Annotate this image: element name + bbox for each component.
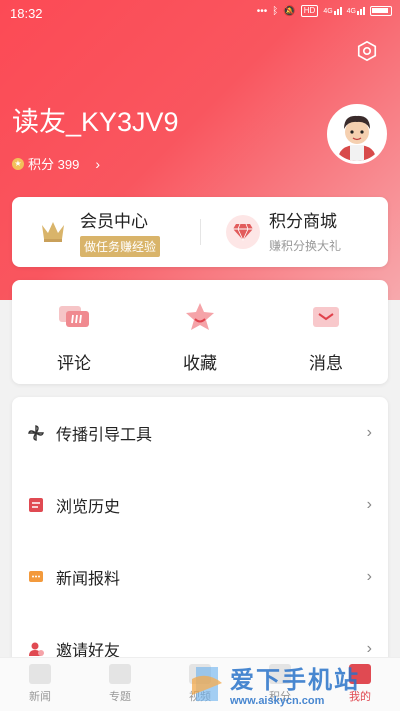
notification-dots: ••• bbox=[256, 5, 268, 17]
hd-badge: HD bbox=[300, 5, 319, 17]
comment-icon bbox=[59, 306, 89, 327]
star-icon bbox=[186, 303, 214, 330]
mute-icon: 🔕 bbox=[283, 5, 296, 17]
quick-actions-card: 评论 收藏 消息 bbox=[12, 280, 388, 384]
member-center-button[interactable]: 会员中心 做任务赚经验 bbox=[12, 197, 200, 267]
tab-label: 新闻 bbox=[29, 691, 51, 703]
member-center-title: 会员中心 bbox=[80, 212, 148, 231]
tab-news[interactable]: 新闻 bbox=[10, 664, 70, 704]
points-mall-title: 积分商城 bbox=[269, 212, 337, 231]
message-label: 消息 bbox=[309, 354, 343, 373]
points-mall-subtitle: 赚积分换大礼 bbox=[269, 239, 342, 253]
menu-label: 新闻报料 bbox=[56, 571, 121, 588]
chevron-right-icon: › bbox=[366, 496, 372, 513]
status-time: 18:32 bbox=[10, 6, 43, 21]
signal-icon: 4G bbox=[323, 7, 342, 15]
comment-label: 评论 bbox=[57, 354, 91, 373]
menu-item-history[interactable]: 浏览历史 › bbox=[12, 469, 388, 541]
status-icons: ••• ᛒ 🔕 HD 4G 4G bbox=[257, 5, 392, 17]
menu-label: 浏览历史 bbox=[56, 499, 121, 516]
topics-icon bbox=[109, 664, 131, 684]
comment-button[interactable]: 评论 bbox=[24, 302, 124, 374]
chevron-right-icon: › bbox=[366, 424, 372, 441]
membership-card: 会员中心 做任务赚经验 积分商城 赚积分换大礼 bbox=[12, 197, 388, 267]
card-divider bbox=[200, 219, 201, 245]
avatar-cartoon-icon bbox=[330, 107, 384, 161]
chevron-right-icon: › bbox=[366, 568, 372, 585]
report-icon bbox=[29, 571, 43, 582]
points-link[interactable]: ★ 积分 399 › bbox=[12, 154, 100, 173]
points-label: 积分 399 bbox=[28, 157, 80, 172]
site-watermark: 爱下手机站 www.aiskycn.com bbox=[190, 660, 360, 707]
chevron-right-icon: › bbox=[366, 640, 372, 657]
watermark-title: 爱下手机站 bbox=[230, 667, 360, 694]
tab-topics[interactable]: 专题 bbox=[90, 664, 150, 704]
settings-icon[interactable] bbox=[356, 40, 378, 62]
menu-item-propagation-tools[interactable]: 传播引导工具 › bbox=[12, 397, 388, 469]
chevron-right-icon: › bbox=[95, 155, 100, 172]
member-task-tag: 做任务赚经验 bbox=[80, 236, 161, 257]
points-star-icon: ★ bbox=[12, 157, 24, 170]
news-icon bbox=[29, 664, 51, 684]
points-mall-button[interactable]: 积分商城 赚积分换大礼 bbox=[212, 197, 388, 267]
invite-icon bbox=[29, 642, 44, 656]
network-text: 4G bbox=[346, 8, 356, 15]
avatar[interactable] bbox=[327, 104, 387, 164]
message-button[interactable]: 消息 bbox=[276, 302, 376, 374]
watermark-logo-icon bbox=[192, 666, 222, 701]
tab-label: 专题 bbox=[109, 691, 131, 703]
username[interactable]: 读友_KY3JV9 bbox=[12, 100, 179, 139]
watermark-url: www.aiskycn.com bbox=[230, 695, 325, 707]
menu-label: 传播引导工具 bbox=[56, 427, 153, 444]
pinwheel-icon bbox=[28, 425, 44, 441]
menu-card: 传播引导工具 › 浏览历史 › 新闻报料 › 邀请好友 › bbox=[12, 397, 388, 667]
battery-icon bbox=[370, 6, 392, 16]
signal-text: 4G bbox=[323, 8, 333, 15]
favorite-button[interactable]: 收藏 bbox=[150, 302, 250, 374]
network-icon: 4G bbox=[347, 7, 365, 15]
crown-icon bbox=[42, 222, 64, 242]
diamond-icon bbox=[226, 215, 260, 249]
history-icon bbox=[29, 498, 43, 512]
message-icon bbox=[313, 307, 339, 327]
menu-item-news-tip[interactable]: 新闻报料 › bbox=[12, 541, 388, 613]
favorite-label: 收藏 bbox=[183, 354, 217, 373]
bluetooth-icon: ᛒ bbox=[272, 5, 279, 17]
status-bar: 18:32 ••• ᛒ 🔕 HD 4G 4G bbox=[0, 0, 400, 28]
